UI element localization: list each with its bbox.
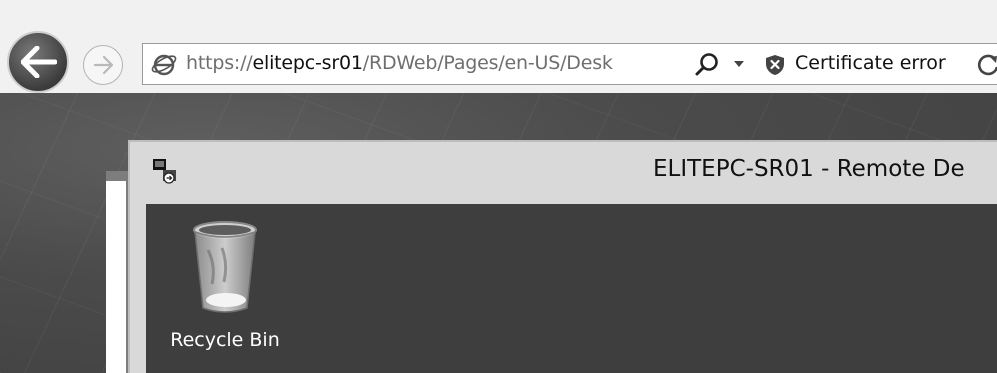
back-button[interactable] [7, 31, 69, 93]
desktop-icon-recycle-bin[interactable]: Recycle Bin [160, 216, 290, 366]
remote-desktop-title: ELITEPC-SR01 - Remote De [653, 156, 965, 182]
shield-error-icon[interactable] [765, 54, 785, 76]
address-bar[interactable]: https://elitepc-sr01/RDWeb/Pages/en-US/D… [142, 43, 997, 85]
remote-desktop-app-icon[interactable] [152, 158, 178, 184]
url-host: elitepc-sr01 [252, 52, 363, 74]
remote-desktop-screen[interactable]: Recycle Bin [146, 204, 997, 373]
url-scheme: https:// [186, 52, 253, 74]
recycle-bin-label: Recycle Bin [170, 329, 280, 351]
chevron-down-icon[interactable] [733, 60, 745, 68]
search-icon[interactable] [694, 52, 720, 78]
certificate-error-label[interactable]: Certificate error [795, 52, 946, 74]
background-window-content [106, 181, 126, 373]
remote-desktop-window[interactable]: ELITEPC-SR01 - Remote De Recycle Bin [128, 140, 997, 373]
url-path: /RDWeb/Pages/en-US/Desk [362, 52, 613, 74]
internet-explorer-icon [151, 54, 177, 76]
browser-page: https://elitepc-sr01/RDWeb/Pages/en-US/D… [0, 0, 997, 373]
back-arrow-icon [21, 46, 57, 78]
refresh-icon[interactable] [975, 52, 997, 78]
recycle-bin-icon [193, 221, 257, 313]
forward-arrow-icon [93, 55, 114, 75]
forward-button[interactable] [83, 45, 123, 85]
remote-desktop-titlebar[interactable]: ELITEPC-SR01 - Remote De [130, 142, 997, 204]
browser-chrome: https://elitepc-sr01/RDWeb/Pages/en-US/D… [0, 0, 997, 93]
url-text[interactable]: https://elitepc-sr01/RDWeb/Pages/en-US/D… [186, 52, 613, 74]
